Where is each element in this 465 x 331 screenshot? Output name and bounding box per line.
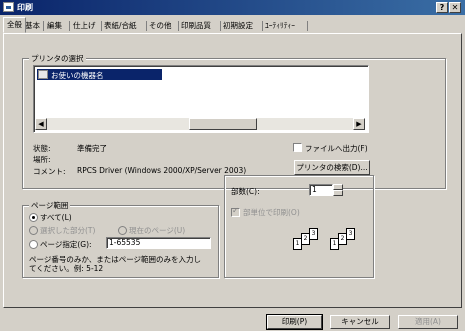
range-current-label[interactable]: 現在のページ(U): [129, 225, 185, 236]
spin-down-icon[interactable]: [333, 190, 343, 196]
collate-illustration-a: 3 2 1: [293, 228, 323, 252]
printer-list-item[interactable]: お使いの機器名: [37, 69, 162, 80]
printer-group-legend: プリンタの選択: [29, 53, 86, 64]
collate-illustration-b: 3 2 1: [330, 228, 360, 252]
print-to-file-checkbox[interactable]: [293, 143, 302, 152]
page-range-group: ページ範囲 すべて(L) 選択した部分(T) 現在のページ(U) ページ指定(G…: [22, 200, 219, 278]
tab-general[interactable]: 全般: [3, 17, 26, 33]
find-printer-button[interactable]: プリンタの検索(D)...: [294, 160, 370, 175]
copies-input[interactable]: 1: [309, 184, 333, 196]
tab-utility[interactable]: ﾕｰﾃｨﾘﾃｨｰ: [265, 19, 295, 33]
tab-other[interactable]: その他: [149, 19, 172, 33]
range-all-label[interactable]: すべて(L): [40, 212, 72, 223]
page-range-input[interactable]: 1-65535: [106, 237, 211, 249]
comment-label: コメント:: [33, 167, 66, 176]
title-bar: 印刷 ? ✕: [0, 0, 465, 15]
help-button[interactable]: ?: [436, 2, 448, 13]
tab-print-quality[interactable]: 印刷品質: [181, 19, 211, 33]
tab-finishing[interactable]: 仕上げ: [73, 19, 96, 33]
comment-value: RPCS Driver (Windows 2000/XP/Server 2003…: [77, 166, 247, 175]
general-tab-panel: プリンタの選択 お使いの機器名 ◀ ▶ 状態: 準備完了 場所: コメント: R…: [3, 33, 462, 308]
close-button[interactable]: ✕: [449, 2, 461, 13]
window-title: 印刷: [17, 3, 33, 12]
page-range-legend: ページ範囲: [29, 200, 71, 211]
copies-group: 部数(C): 1 部単位で印刷(O) 3 2 1 3 2 1: [224, 175, 374, 278]
copies-spinner[interactable]: [333, 184, 343, 196]
status-label: 状態:: [33, 144, 51, 153]
location-label: 場所:: [33, 155, 51, 164]
print-button[interactable]: 印刷(P): [266, 314, 323, 330]
range-selection-label[interactable]: 選択した部分(T): [40, 225, 95, 236]
collate-label[interactable]: 部単位で印刷(O): [243, 207, 300, 218]
printer-selection-group: プリンタの選択 お使いの機器名 ◀ ▶ 状態: 準備完了 場所: コメント: R…: [22, 53, 446, 189]
tab-basic[interactable]: 基本: [25, 19, 40, 33]
collate-checkbox[interactable]: [231, 206, 240, 217]
cancel-button[interactable]: キャンセル: [330, 315, 390, 329]
range-all-radio[interactable]: [29, 213, 38, 222]
range-pages-radio[interactable]: [29, 240, 38, 249]
scroll-left-icon[interactable]: ◀: [35, 118, 47, 130]
range-pages-label[interactable]: ページ指定(G):: [40, 239, 92, 250]
range-current-radio[interactable]: [118, 226, 127, 235]
apply-button[interactable]: 適用(A): [398, 315, 458, 329]
tab-initial-settings[interactable]: 初期設定: [223, 19, 253, 33]
printer-list[interactable]: お使いの機器名 ◀ ▶: [33, 65, 369, 133]
range-selection-radio[interactable]: [29, 226, 38, 235]
print-to-file-label[interactable]: ファイルへ出力(F): [305, 143, 368, 154]
scroll-thumb[interactable]: [189, 118, 257, 130]
tab-cover[interactable]: 表紙/合紙: [104, 19, 137, 33]
copies-label: 部数(C):: [231, 187, 260, 196]
printer-list-hscrollbar[interactable]: ◀ ▶: [35, 118, 365, 130]
status-value: 準備完了: [77, 144, 107, 153]
printer-icon: [38, 70, 48, 79]
tab-strip: 全般 基本 編集 仕上げ 表紙/合紙 その他 印刷品質 初期設定 ﾕｰﾃｨﾘﾃｨ…: [3, 17, 463, 33]
tab-edit[interactable]: 編集: [47, 19, 62, 33]
printer-app-icon: [3, 2, 14, 12]
scroll-right-icon[interactable]: ▶: [353, 118, 365, 130]
page-range-hint-line2: てください。例: 5-12: [29, 264, 104, 273]
